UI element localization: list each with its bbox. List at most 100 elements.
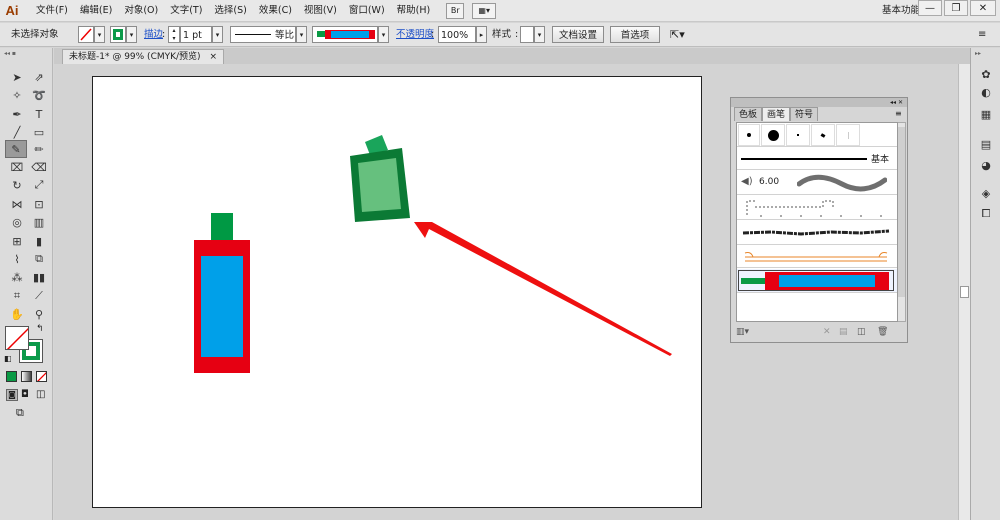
- new-brush-icon[interactable]: ◫: [857, 327, 866, 337]
- remove-stroke-icon[interactable]: ✕: [823, 327, 831, 337]
- panel-menu-icon[interactable]: ≡: [895, 109, 902, 118]
- stroke-weight-input[interactable]: 1 pt: [180, 26, 212, 43]
- swatches-panel-icon[interactable]: ▦: [978, 107, 994, 121]
- gradient-mode-icon[interactable]: [21, 371, 32, 382]
- menu-window[interactable]: 窗口(W): [343, 0, 391, 22]
- draw-mode-inside-icon[interactable]: ◫: [36, 389, 45, 400]
- draw-mode-normal-icon[interactable]: ◙: [6, 389, 18, 401]
- chevron-down-icon[interactable]: ▾: [94, 26, 105, 43]
- document-tab[interactable]: 未标题-1* @ 99% (CMYK/预览) ×: [62, 49, 224, 64]
- blob-brush-tool-icon[interactable]: ⌧: [7, 159, 27, 175]
- opacity-input[interactable]: 100%: [438, 26, 476, 43]
- fill-color-box[interactable]: [5, 326, 29, 350]
- symbol-sprayer-tool-icon[interactable]: ⁂: [7, 269, 27, 285]
- magic-wand-tool-icon[interactable]: ✧: [7, 87, 27, 103]
- brush-library-icon[interactable]: ▥▾: [736, 327, 749, 337]
- brush-options-icon[interactable]: ▤: [839, 327, 848, 337]
- menu-view[interactable]: 视图(V): [298, 0, 343, 22]
- color-guide-icon[interactable]: ◐: [978, 85, 994, 99]
- brush-dot-faint[interactable]: [836, 124, 860, 146]
- document-setup-button[interactable]: 文档设置: [552, 26, 604, 43]
- brush-dot-angled[interactable]: [811, 124, 835, 146]
- menu-help[interactable]: 帮助(H): [391, 0, 437, 22]
- none-mode-icon[interactable]: [36, 371, 47, 382]
- chevron-down-icon[interactable]: ▾: [296, 26, 307, 43]
- panel-scrollbar[interactable]: [898, 122, 906, 322]
- brush-dot-tiny[interactable]: [786, 124, 810, 146]
- eraser-tool-icon[interactable]: ⌫: [29, 159, 49, 175]
- opacity-link[interactable]: 不透明度: [396, 26, 434, 43]
- paintbrush-tool-icon[interactable]: ✎: [5, 140, 27, 158]
- artboard[interactable]: [92, 76, 702, 508]
- free-transform-tool-icon[interactable]: ⊡: [29, 196, 49, 212]
- stroke-weight-stepper[interactable]: ▴ ▾: [168, 26, 180, 43]
- menu-select[interactable]: 选择(S): [208, 0, 252, 22]
- column-graph-tool-icon[interactable]: ▮▮: [29, 269, 49, 285]
- gradient-panel-icon[interactable]: ▤: [978, 137, 994, 151]
- direct-selection-tool-icon[interactable]: ⇗: [29, 69, 49, 85]
- chevron-down-icon[interactable]: ▾: [212, 26, 223, 43]
- bridge-icon[interactable]: Br: [446, 2, 465, 19]
- line-tool-icon[interactable]: ╱: [7, 124, 27, 140]
- fill-swatch[interactable]: [78, 26, 94, 43]
- graphic-style-swatch[interactable]: [520, 26, 534, 43]
- panel-menu-icon[interactable]: ≡: [978, 26, 986, 43]
- pattern-brush-row[interactable]: [737, 196, 897, 220]
- vertical-scrollbar[interactable]: [958, 64, 970, 520]
- menu-object[interactable]: 对象(O): [118, 0, 164, 22]
- blend-tool-icon[interactable]: ⧉: [29, 251, 49, 267]
- delete-brush-icon[interactable]: 🗑: [877, 327, 888, 337]
- menu-effect[interactable]: 效果(C): [253, 0, 298, 22]
- shape-builder-tool-icon[interactable]: ◎: [7, 214, 27, 230]
- screen-mode-icon[interactable]: ⧉: [16, 406, 24, 420]
- close-icon[interactable]: ×: [209, 52, 217, 62]
- menu-type[interactable]: 文字(T): [164, 0, 208, 22]
- gradient-tool-icon[interactable]: ▮: [29, 233, 49, 249]
- stroke-swatch[interactable]: [110, 26, 126, 43]
- eyedropper-tool-icon[interactable]: ⌇: [7, 251, 27, 267]
- minimize-button[interactable]: —: [918, 0, 942, 16]
- hand-tool-icon[interactable]: ✋: [7, 306, 27, 322]
- chevron-down-icon[interactable]: ▾: [378, 26, 389, 43]
- default-colors-icon[interactable]: ◧: [4, 354, 12, 363]
- artboard-tool-icon[interactable]: ⌗: [7, 288, 27, 304]
- menu-file[interactable]: 文件(F): [30, 0, 74, 22]
- tab-symbols[interactable]: 符号: [790, 107, 819, 121]
- stroke-profile-select[interactable]: 等比: [230, 26, 296, 43]
- charcoal-brush-row[interactable]: [737, 221, 897, 245]
- brush-dot-large[interactable]: [761, 124, 785, 146]
- layers-panel-icon[interactable]: ◈: [978, 186, 994, 200]
- rotate-tool-icon[interactable]: ↻: [7, 177, 27, 193]
- preferences-button[interactable]: 首选项: [610, 26, 660, 43]
- perspective-grid-tool-icon[interactable]: ▥: [29, 214, 49, 230]
- restore-button[interactable]: ❐: [944, 0, 968, 16]
- tab-brushes[interactable]: 画笔: [762, 107, 791, 121]
- width-tool-icon[interactable]: ⋈: [7, 196, 27, 212]
- artboards-panel-icon[interactable]: ⧠: [978, 207, 994, 221]
- chevron-down-icon[interactable]: ▾: [534, 26, 545, 43]
- close-button[interactable]: ✕: [970, 0, 996, 16]
- transparency-panel-icon[interactable]: ◕: [978, 158, 994, 172]
- scale-tool-icon[interactable]: ⤢: [29, 177, 49, 193]
- stroke-link[interactable]: 描边: [144, 26, 163, 43]
- custom-brush-row[interactable]: [737, 269, 897, 293]
- rectangle-tool-icon[interactable]: ▭: [29, 124, 49, 140]
- swap-fill-stroke-icon[interactable]: ↰: [36, 324, 44, 334]
- draw-mode-behind-icon[interactable]: ◘: [21, 389, 29, 400]
- basic-brush-row[interactable]: 基本: [737, 148, 897, 170]
- lasso-tool-icon[interactable]: ➰: [29, 87, 49, 103]
- pencil-tool-icon[interactable]: ✏: [29, 141, 49, 157]
- mesh-tool-icon[interactable]: ⊞: [7, 233, 27, 249]
- arrange-documents-icon[interactable]: ▦▾: [472, 2, 497, 19]
- workspace-switcher[interactable]: 基本功能: [882, 0, 920, 22]
- slice-tool-icon[interactable]: ⟋: [29, 288, 49, 304]
- chevron-down-icon[interactable]: ▸: [476, 26, 487, 43]
- selection-tool-icon[interactable]: ➤: [7, 69, 27, 85]
- color-panel-icon[interactable]: ✿: [978, 67, 994, 81]
- type-tool-icon[interactable]: T: [29, 106, 49, 122]
- select-similar-icon[interactable]: ⇱▾: [670, 26, 685, 43]
- color-mode-icon[interactable]: [6, 371, 17, 382]
- zoom-tool-icon[interactable]: ⚲: [29, 306, 49, 322]
- pen-tool-icon[interactable]: ✒: [7, 106, 27, 122]
- panel-scrollbar-thumb[interactable]: [898, 127, 905, 297]
